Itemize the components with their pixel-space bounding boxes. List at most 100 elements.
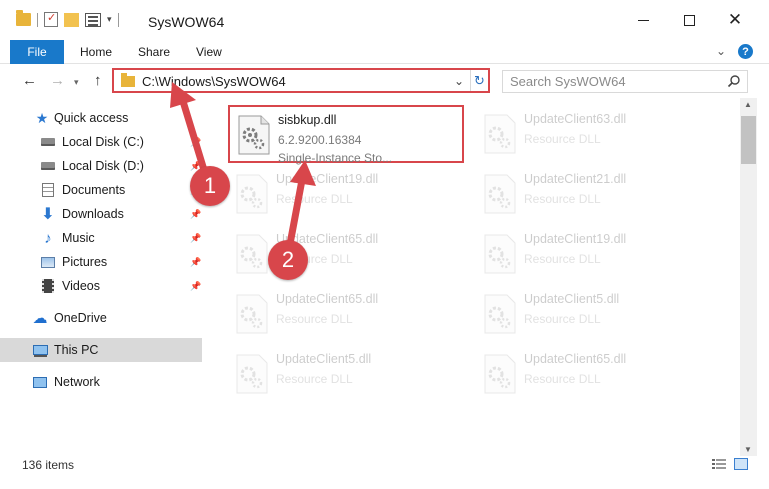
tab-home[interactable]: Home (80, 40, 112, 64)
file-description: Resource DLL (524, 252, 601, 266)
sidebar-item-label: Local Disk (D:) (62, 159, 144, 173)
toolbar-separator (117, 12, 119, 27)
maximize-button[interactable] (666, 0, 712, 40)
dll-file-icon (236, 234, 268, 274)
navigation-pane: ★ Quick access Local Disk (C:) 📌 Local D… (0, 98, 208, 448)
address-bar[interactable]: C:\Windows\SysWOW64 ⌄ ↻ (112, 68, 490, 93)
view-options-icon[interactable] (85, 12, 101, 27)
back-arrow-icon[interactable]: ← (22, 72, 37, 89)
computer-icon (32, 342, 48, 358)
sidebar-item-downloads[interactable]: ⬇ Downloads 📌 (0, 202, 202, 226)
close-icon: ✕ (727, 10, 743, 29)
pin-icon[interactable]: 📌 (190, 137, 201, 148)
dll-file-icon (236, 294, 268, 334)
sidebar-item-music[interactable]: ♪ Music 📌 (0, 226, 202, 250)
file-item[interactable]: UpdateClient5.dll Resource DLL (476, 286, 706, 344)
file-item[interactable]: UpdateClient21.dll Resource DLL (476, 166, 706, 224)
sidebar-item-local-disk-d[interactable]: Local Disk (D:) 📌 (0, 154, 202, 178)
toolbar-separator (37, 12, 38, 27)
file-description: Resource DLL (524, 192, 601, 206)
scroll-down-icon[interactable]: ▼ (744, 445, 752, 454)
expand-ribbon-icon[interactable]: ⌄ (716, 44, 726, 58)
sidebar-item-label: Quick access (54, 111, 129, 125)
pin-icon[interactable]: 📌 (190, 209, 201, 220)
sidebar-item-videos[interactable]: Videos 📌 (0, 274, 202, 298)
minimize-icon (637, 19, 649, 21)
tiles-view-icon[interactable] (734, 458, 748, 470)
file-name: UpdateClient65.dll (524, 352, 627, 366)
dll-file-icon (484, 294, 516, 334)
sidebar-item-network[interactable]: Network (0, 370, 202, 394)
file-item[interactable]: UpdateClient65.dll Resource DLL (228, 286, 458, 344)
sidebar-item-this-pc[interactable]: This PC (0, 338, 202, 362)
file-item[interactable]: UpdateClient65.dll Resource DLL (228, 226, 458, 284)
tab-view[interactable]: View (196, 40, 222, 64)
sidebar-item-label: This PC (54, 343, 99, 357)
recent-locations-icon[interactable]: ▾ (74, 77, 79, 88)
file-name: UpdateClient63.dll (524, 112, 627, 126)
search-box[interactable] (502, 70, 748, 93)
pin-icon[interactable]: 📌 (190, 233, 201, 244)
file-description: Resource DLL (524, 132, 601, 146)
forward-arrow-icon[interactable]: → (50, 72, 65, 89)
tab-share[interactable]: Share (138, 40, 170, 64)
help-icon[interactable]: ? (738, 44, 753, 59)
dll-file-icon (236, 174, 268, 214)
file-name: UpdateClient19.dll (524, 232, 627, 246)
vertical-scrollbar[interactable]: ▲ ▼ (740, 98, 757, 456)
scrollbar-thumb[interactable] (741, 116, 756, 164)
sidebar-item-quick-access[interactable]: ★ Quick access (0, 106, 202, 130)
search-icon[interactable] (727, 74, 741, 88)
step-1-badge: 1 (190, 166, 230, 206)
chevron-down-icon[interactable]: ⌄ (454, 74, 464, 88)
minimize-button[interactable] (620, 0, 666, 40)
search-input[interactable] (503, 71, 723, 92)
file-item[interactable]: UpdateClient5.dll Resource DLL (228, 346, 458, 404)
file-item[interactable]: UpdateClient19.dll Resource DLL (476, 226, 706, 284)
pin-icon[interactable]: 📌 (190, 257, 201, 268)
folder-icon (121, 73, 135, 87)
file-description: Resource DLL (276, 192, 353, 206)
file-name: UpdateClient65.dll (276, 292, 379, 306)
sidebar-item-label: Documents (62, 183, 126, 197)
pictures-icon (40, 254, 56, 270)
file-description: Resource DLL (524, 372, 601, 386)
sidebar-item-onedrive[interactable]: ☁ OneDrive (0, 306, 202, 330)
file-name: sisbkup.dll (278, 113, 337, 127)
file-description: Resource DLL (276, 312, 353, 326)
new-folder-icon[interactable] (64, 12, 79, 27)
details-view-icon[interactable] (712, 458, 726, 470)
drive-icon (40, 158, 56, 174)
sidebar-item-local-disk-c[interactable]: Local Disk (C:) 📌 (0, 130, 202, 154)
file-item-selected[interactable]: sisbkup.dll 6.2.9200.16384 Single-Instan… (228, 105, 464, 165)
sidebar-item-label: Music (62, 231, 95, 245)
file-name: UpdateClient19.dll (276, 172, 379, 186)
sidebar-item-pictures[interactable]: Pictures 📌 (0, 250, 202, 274)
pin-icon[interactable]: 📌 (190, 281, 201, 292)
address-path[interactable]: C:\Windows\SysWOW64 (142, 74, 286, 89)
tab-file[interactable]: File (10, 40, 64, 64)
file-description: Resource DLL (524, 312, 601, 326)
sidebar-item-documents[interactable]: Documents 📌 (0, 178, 202, 202)
chevron-down-icon[interactable]: ▾ (107, 14, 112, 25)
quick-access-toolbar: ▾ (16, 10, 119, 27)
folder-icon (16, 10, 31, 26)
step-2-badge: 2 (268, 240, 308, 280)
window-title: SysWOW64 (148, 14, 225, 30)
properties-icon[interactable] (44, 11, 58, 27)
network-icon (32, 374, 48, 390)
music-icon: ♪ (44, 229, 52, 247)
up-arrow-icon[interactable]: ↑ (94, 72, 102, 89)
cloud-icon: ☁ (32, 310, 48, 327)
dll-file-icon (484, 174, 516, 214)
close-button[interactable]: ✕ (712, 0, 758, 40)
sidebar-item-label: Network (54, 375, 100, 389)
file-item[interactable]: UpdateClient63.dll Resource DLL (476, 106, 706, 164)
scroll-up-icon[interactable]: ▲ (744, 100, 752, 109)
ribbon-tabs: File Home Share View ⌄ ? (0, 40, 769, 64)
title-bar: ▾ SysWOW64 ✕ (0, 0, 769, 40)
refresh-icon[interactable]: ↻ (470, 70, 488, 91)
file-item[interactable]: UpdateClient65.dll Resource DLL (476, 346, 706, 404)
dll-file-icon (238, 115, 270, 155)
file-item[interactable]: UpdateClient19.dll Resource DLL (228, 166, 458, 224)
